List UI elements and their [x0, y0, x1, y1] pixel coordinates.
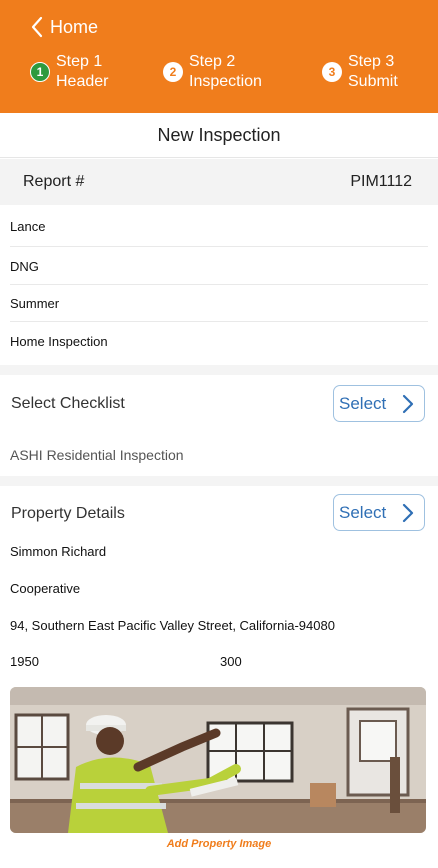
step-title: Step 2 — [189, 53, 236, 70]
property-address: 94, Southern East Pacific Valley Street,… — [10, 612, 428, 638]
select-checklist-button[interactable]: Select — [333, 385, 425, 422]
step-number: 1 — [30, 62, 50, 82]
property-owner: Simmon Richard — [10, 538, 428, 564]
owner-name: Simmon Richard — [10, 543, 107, 559]
inspection-type-field[interactable]: Home Inspection — [10, 323, 428, 359]
step-number: 2 — [163, 62, 183, 82]
checklist-label: Select Checklist — [11, 395, 125, 412]
field-value: Summer — [10, 296, 60, 311]
step-submit[interactable]: 3 Step 3 Submit — [322, 52, 398, 92]
step-subtitle: Header — [56, 73, 109, 90]
step-title: Step 3 — [348, 53, 395, 70]
chevron-right-icon — [402, 394, 414, 413]
section-divider — [0, 476, 438, 486]
select-button-label: Select — [339, 502, 387, 522]
report-value: PIM1112 — [350, 173, 412, 190]
selected-checklist-text: ASHI Residential Inspection — [10, 447, 184, 463]
report-number-row: Report # PIM1112 — [0, 159, 438, 205]
inspector-field[interactable]: Lance — [10, 206, 428, 247]
property-size: 300 — [220, 653, 242, 669]
year-built: 1950 — [10, 653, 39, 669]
season-field[interactable]: Summer — [10, 286, 428, 322]
property-photo-illustration — [10, 687, 426, 833]
property-image[interactable] — [10, 687, 426, 833]
report-label: Report # — [23, 173, 85, 190]
selected-checklist: ASHI Residential Inspection — [10, 440, 428, 470]
step-subtitle: Submit — [348, 73, 398, 90]
step-header[interactable]: 1 Step 1 Header — [30, 52, 108, 92]
chevron-right-icon — [402, 503, 414, 522]
field-value: Home Inspection — [10, 333, 108, 349]
section-divider — [0, 365, 438, 375]
property-type: Cooperative — [10, 575, 428, 601]
property-year-size: 1950 300 — [10, 648, 428, 674]
back-button[interactable]: Home — [30, 14, 98, 40]
property-details-label: Property Details — [11, 505, 125, 522]
step-subtitle: Inspection — [189, 73, 262, 90]
property-type-text: Cooperative — [10, 580, 81, 596]
field-value: DNG — [10, 258, 39, 274]
step-number: 3 — [322, 62, 342, 82]
step-inspection[interactable]: 2 Step 2 Inspection — [163, 52, 262, 92]
chevron-left-icon — [31, 16, 43, 38]
back-label: Home — [50, 16, 99, 37]
page-title: New Inspection — [0, 113, 438, 158]
select-button-label: Select — [339, 393, 387, 413]
step-title: Step 1 — [56, 53, 103, 70]
add-property-image-link[interactable]: Add Property Image — [0, 838, 438, 850]
address-text: 94, Southern East Pacific Valley Street,… — [10, 617, 335, 633]
app-header: Home 1 Step 1 Header 2 Step 2 Inspection… — [0, 0, 438, 113]
select-property-button[interactable]: Select — [333, 494, 425, 531]
field-value: Lance — [10, 218, 46, 234]
company-field[interactable]: DNG — [10, 248, 428, 285]
